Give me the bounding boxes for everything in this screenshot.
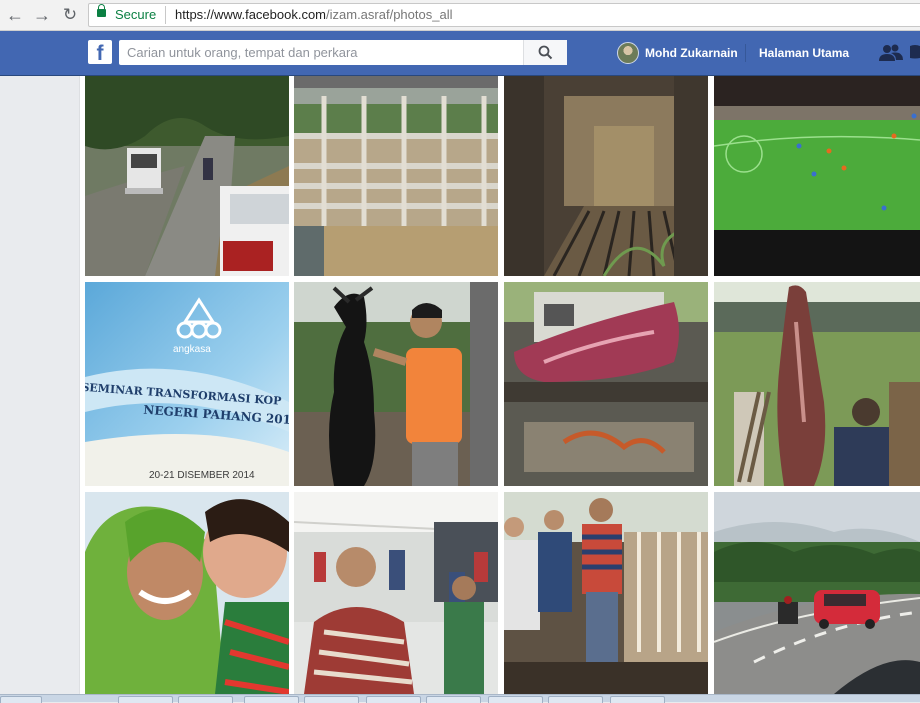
photo-image: angkasa SEMINAR TRANSFORMASI KOP NEGERI … — [85, 282, 289, 486]
photo-hanging-carcass[interactable] — [714, 282, 920, 486]
photo-image — [504, 282, 708, 486]
search-input[interactable] — [119, 40, 527, 65]
security-label: Secure — [115, 7, 157, 22]
back-arrow-icon[interactable]: ← — [4, 4, 26, 26]
photo-men-in-barn[interactable] — [504, 492, 708, 694]
photo-football-on-tv[interactable] — [714, 76, 920, 276]
home-link[interactable]: Halaman Utama — [759, 46, 849, 60]
photo-image — [294, 492, 498, 694]
forward-arrow-icon[interactable]: → — [31, 4, 53, 26]
photo-image — [85, 492, 289, 694]
photo-image — [294, 76, 498, 276]
browser-toolbar: ← → ↻ Secure https://www.facebook.com/iz… — [0, 0, 920, 31]
url-text[interactable]: https://www.facebook.com/izam.asraf/phot… — [175, 7, 452, 22]
photo-hall-with-people[interactable] — [294, 492, 498, 694]
search-icon — [538, 45, 553, 60]
left-gutter — [0, 76, 80, 702]
photo-image — [504, 492, 708, 694]
photo-image — [714, 76, 920, 276]
reload-icon[interactable]: ↻ — [59, 4, 81, 26]
photo-image — [504, 76, 708, 276]
photo-wooden-pens-flooded[interactable] — [294, 76, 498, 276]
photo-roadside-flood-truck[interactable] — [85, 76, 289, 276]
facebook-top-bar: f Mohd Zukarnain Halaman Utama — [0, 31, 920, 76]
facebook-logo-icon[interactable]: f — [88, 40, 112, 64]
photo-image — [85, 76, 289, 276]
avatar[interactable] — [617, 42, 639, 64]
nav-divider — [745, 44, 746, 62]
photo-meat-on-grill[interactable] — [504, 282, 708, 486]
photo-image — [714, 492, 920, 694]
photo-man-with-goat[interactable] — [294, 282, 498, 486]
search-button[interactable] — [523, 40, 567, 65]
photo-selfie-mother-child[interactable] — [85, 492, 289, 694]
banner-date: 20-21 DISEMBER 2014 — [149, 470, 255, 481]
photo-image — [294, 282, 498, 486]
url-separator — [165, 6, 166, 24]
photo-image — [714, 282, 920, 486]
lock-icon — [97, 4, 106, 17]
search-box — [119, 40, 567, 65]
friend-requests-icon[interactable] — [879, 44, 903, 62]
messages-icon[interactable] — [910, 44, 920, 62]
photo-flooded-wooden-shed[interactable] — [504, 76, 708, 276]
photo-seminar-banner[interactable]: angkasa SEMINAR TRANSFORMASI KOP NEGERI … — [85, 282, 289, 486]
banner-logo-text: angkasa — [173, 344, 211, 355]
photo-road-red-car[interactable] — [714, 492, 920, 694]
profile-link[interactable]: Mohd Zukarnain — [645, 46, 738, 60]
os-taskbar — [0, 694, 920, 703]
address-bar[interactable]: Secure https://www.facebook.com/izam.asr… — [88, 3, 920, 27]
